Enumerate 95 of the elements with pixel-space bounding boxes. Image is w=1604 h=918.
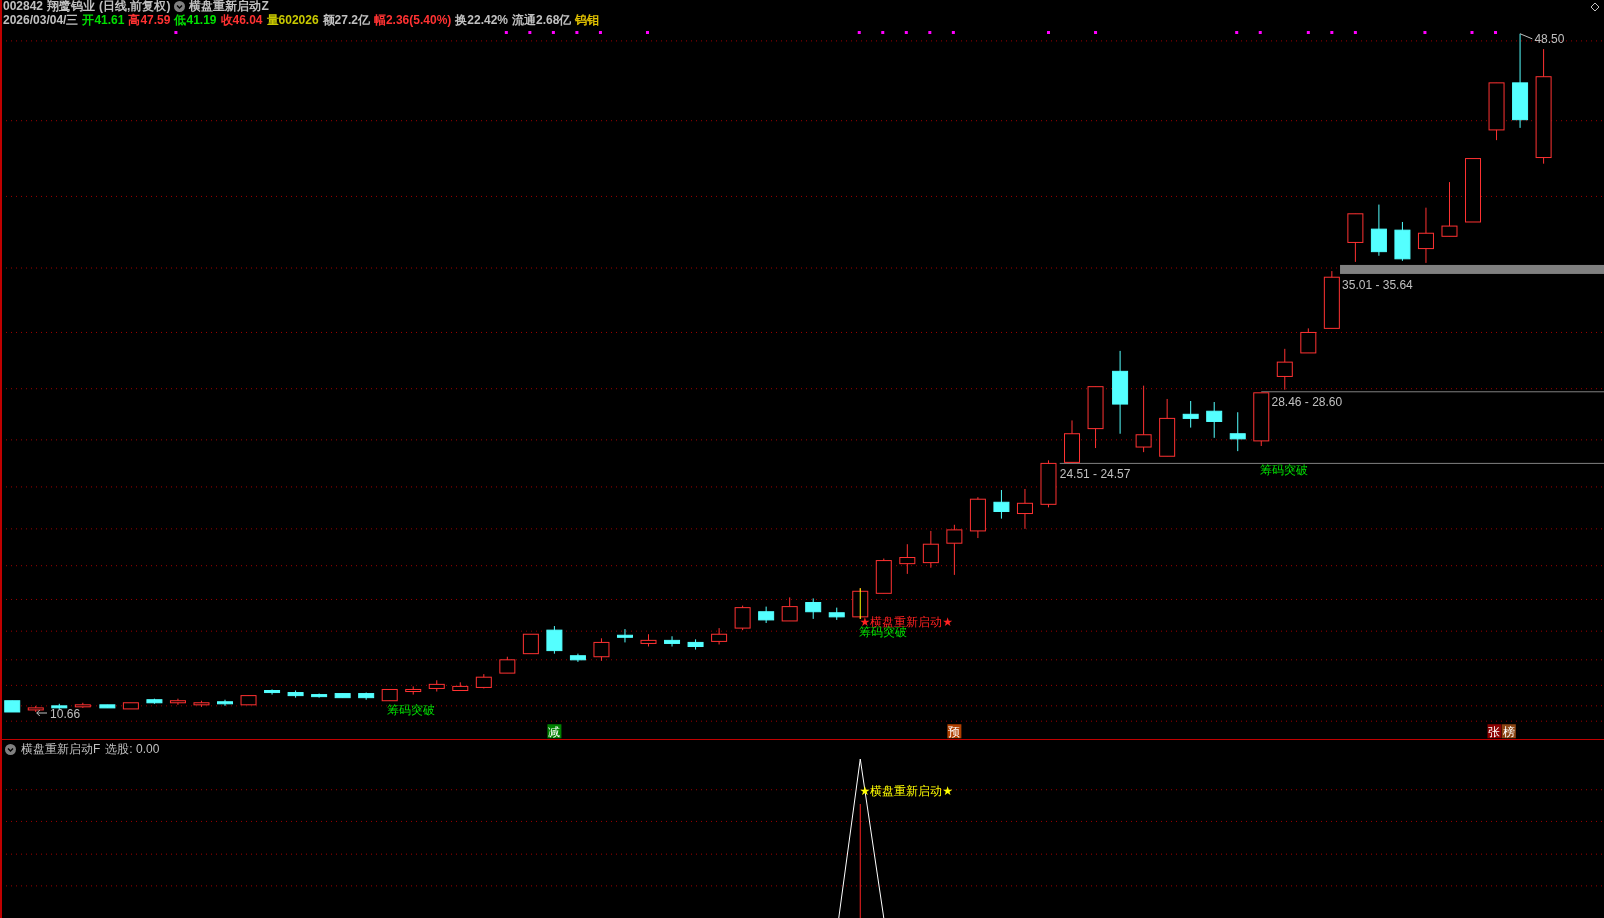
- candlestick: [993, 489, 1010, 520]
- candlestick: [1253, 392, 1270, 447]
- indicator-title[interactable]: 横盘重新启动F: [21, 740, 101, 758]
- candlestick: [664, 635, 681, 647]
- candlestick: [593, 637, 610, 662]
- candlestick: [27, 705, 44, 713]
- candlestick: [1229, 411, 1246, 452]
- quote-value: 额27.2亿: [322, 14, 370, 27]
- candlestick: [217, 699, 233, 707]
- candlestick: [1135, 385, 1152, 453]
- quote-value: 量602026: [266, 14, 319, 27]
- candlestick: [1465, 158, 1481, 223]
- candlestick: [875, 558, 892, 594]
- candlestick: [1347, 213, 1364, 263]
- candlestick: [546, 625, 563, 655]
- candlestick: [358, 692, 375, 701]
- candlestick: [146, 698, 163, 705]
- quote-value: 低41.19: [174, 14, 217, 27]
- leader-line: [1519, 33, 1533, 40]
- candlestick: [1370, 204, 1387, 257]
- dropdown-icon[interactable]: [5, 743, 16, 755]
- candlestick: [381, 688, 398, 702]
- quote-value: 2026/03/04/三: [3, 14, 79, 27]
- candlestick: [899, 543, 916, 575]
- signal-label: 筹码突破: [1259, 462, 1308, 477]
- quote-value: 高47.59: [128, 14, 171, 27]
- indicator-reading: 选股: 0.00: [105, 740, 160, 758]
- candlestick: [969, 496, 986, 539]
- candlestick: [1323, 270, 1340, 329]
- indicator-name[interactable]: 横盘重新启动Z: [189, 0, 269, 13]
- candlestick: [828, 607, 845, 621]
- price-range-label: 28.46 - 28.60: [1271, 395, 1343, 410]
- diamond-icon[interactable]: [1590, 1, 1600, 12]
- low-price-label: 10.66: [50, 707, 81, 722]
- candlestick: [475, 673, 492, 689]
- candlestick: [74, 702, 91, 709]
- candlestick: [428, 679, 445, 692]
- candlestick: [51, 703, 68, 710]
- candlestick: [640, 633, 657, 647]
- candlestick: [711, 627, 728, 645]
- arrow-icon: [36, 709, 48, 717]
- quote-value: 开41.61: [82, 14, 125, 27]
- quote-value: 收46.04: [220, 14, 263, 27]
- candlestick: [499, 656, 516, 674]
- candlestick: [922, 530, 939, 569]
- candlestick: [1206, 401, 1223, 439]
- candlestick: [193, 700, 210, 708]
- candlestick: [1417, 207, 1434, 264]
- candlestick: [240, 695, 257, 706]
- candlestick: [405, 685, 422, 696]
- quote-value: 幅2.36(5.40%): [373, 14, 452, 27]
- stock-name: 翔鹭钨业: [47, 0, 96, 13]
- candlestick: [452, 681, 469, 691]
- candlestick: [99, 704, 116, 709]
- candlestick: [311, 693, 328, 699]
- signal-badge: 张: [1487, 724, 1502, 739]
- candlestick: [734, 605, 751, 631]
- price-range-label: 35.01 - 35.64: [1342, 278, 1413, 293]
- period-label: (日线,前复权): [99, 0, 171, 13]
- quote-value: 流通2.68亿: [512, 14, 572, 27]
- candlestick: [169, 698, 186, 706]
- candlestick: [1300, 327, 1317, 354]
- stock-code: 002842: [3, 0, 44, 13]
- quote-value: 钨钼: [575, 14, 600, 27]
- candlestick: [1488, 82, 1505, 141]
- candlestick: [1016, 488, 1033, 530]
- candlestick: [1441, 181, 1458, 237]
- signal-badge: 榜: [1501, 724, 1516, 739]
- candlestick: [569, 653, 586, 663]
- candlestick: [781, 596, 798, 622]
- signal-label: 筹码突破: [387, 703, 436, 718]
- signal-badge: 预: [947, 724, 962, 739]
- candlestick: [334, 693, 351, 699]
- candlestick: [758, 606, 775, 624]
- candlestick: [946, 524, 963, 576]
- dropdown-icon[interactable]: [174, 1, 186, 12]
- candlestick: [522, 633, 539, 655]
- candlestick: [617, 628, 633, 643]
- candlestick: [1159, 398, 1176, 457]
- candlestick: [287, 690, 304, 699]
- high-price-label: 48.50: [1534, 31, 1565, 46]
- candlestick: [122, 702, 139, 710]
- candlestick: [1276, 348, 1293, 391]
- candlestick: [1182, 400, 1199, 429]
- candlestick: [687, 638, 704, 651]
- candlestick: [1040, 459, 1057, 508]
- candlestick: [805, 597, 822, 620]
- candlestick: [1394, 221, 1411, 262]
- quote-value: 换22.42%: [455, 14, 508, 27]
- candlestick: [1087, 386, 1104, 449]
- signal-badge: 减: [547, 724, 562, 739]
- candlestick: [264, 688, 281, 696]
- price-range-label: 24.51 - 24.57: [1059, 466, 1131, 481]
- candlestick: [1064, 419, 1080, 463]
- candlestick: [4, 700, 21, 713]
